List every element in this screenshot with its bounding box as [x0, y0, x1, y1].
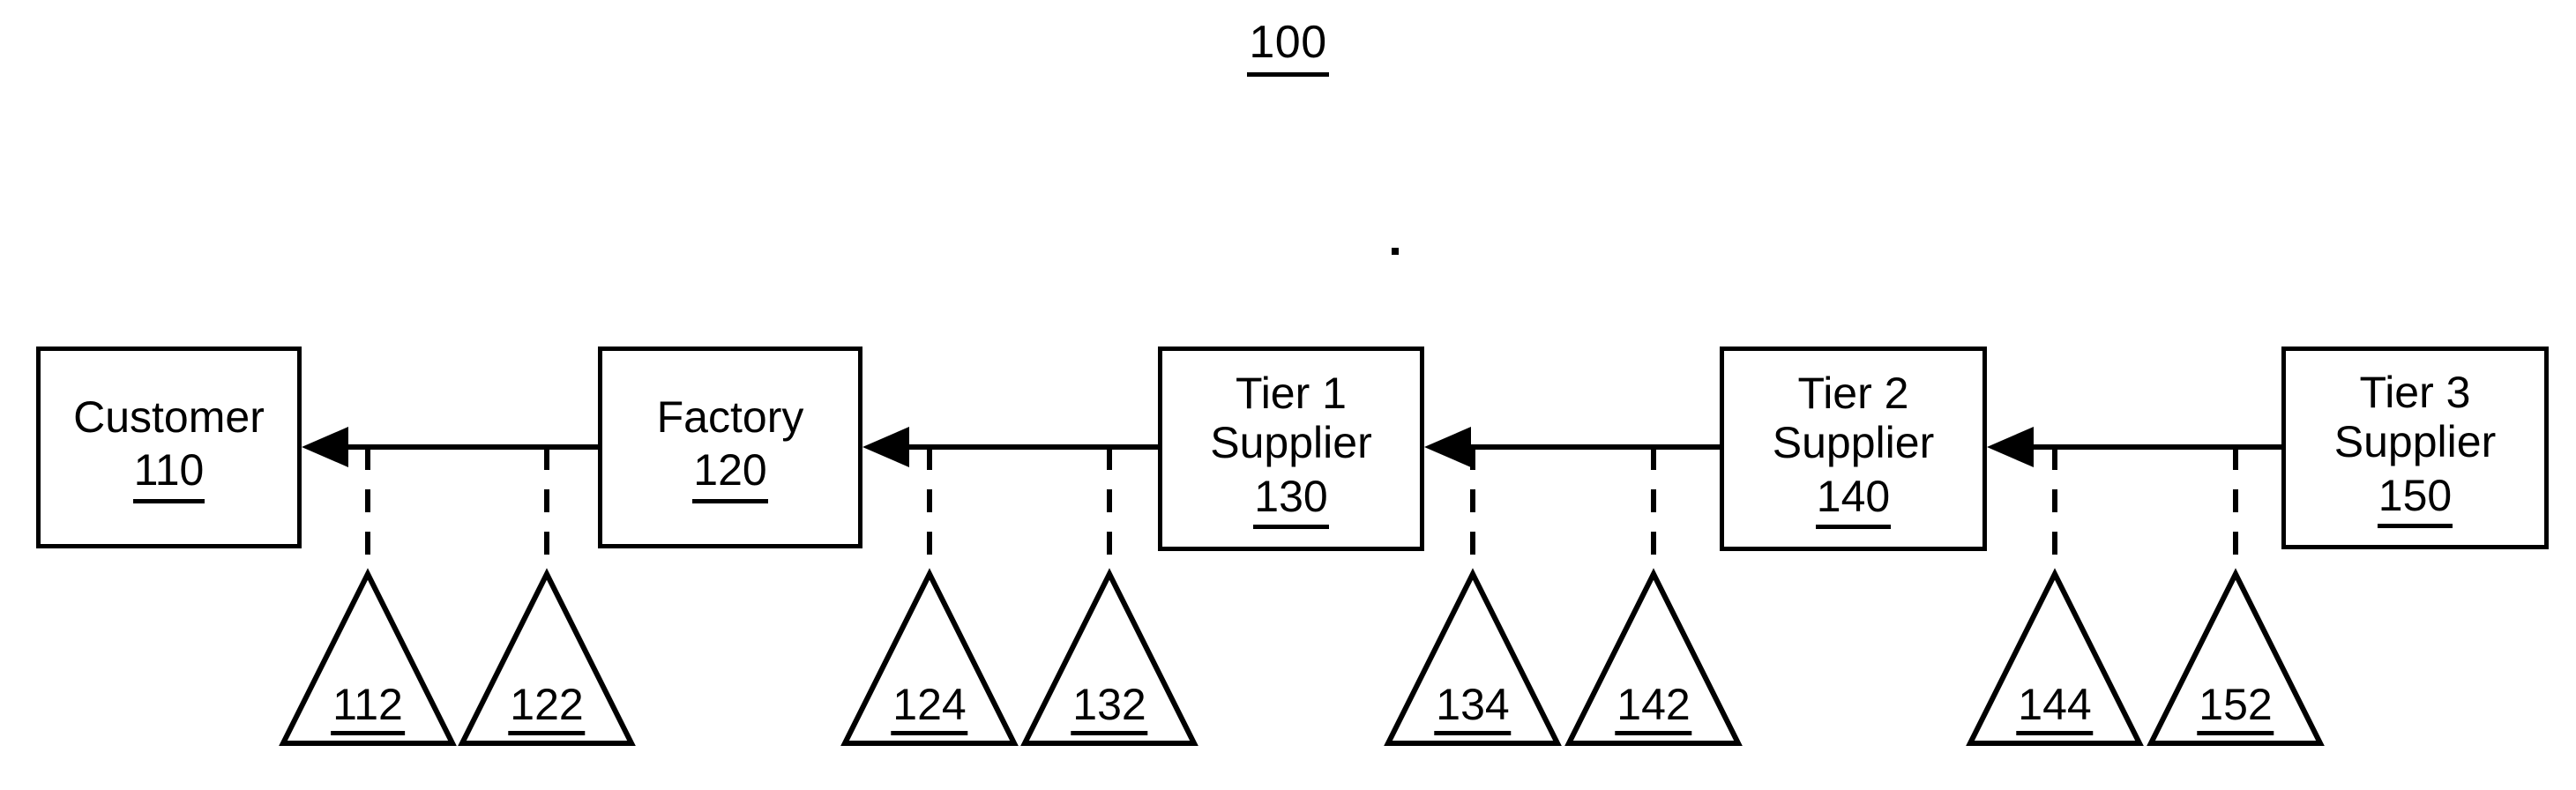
node-label-tier-3-supplier: Tier 3 Supplier	[2333, 367, 2497, 467]
node-label-tier-2-supplier: Tier 2 Supplier	[1772, 368, 1935, 468]
inventory-ref-134: 134	[1434, 682, 1512, 735]
patent-figure-100: 100 Customer 110 Factory 120 Tier 1 Supp…	[0, 0, 2576, 790]
inventory-ref-112: 112	[331, 682, 405, 735]
inventory-ref-112-text: 112	[331, 682, 405, 735]
inventory-ref-122-text: 122	[508, 682, 586, 735]
inventory-ref-142-text: 142	[1615, 682, 1692, 735]
node-ref-tier-2-supplier: 140	[1815, 472, 1892, 530]
node-label-customer: Customer	[73, 391, 265, 442]
node-ref-customer: 110	[132, 445, 205, 503]
inventory-ref-152: 152	[2197, 682, 2274, 735]
inventory-ref-142: 142	[1615, 682, 1692, 735]
node-ref-tier-1-supplier: 130	[1253, 472, 1329, 530]
inventory-ref-124: 124	[891, 682, 968, 735]
inventory-ref-134-text: 134	[1434, 682, 1512, 735]
node-box-tier-3-supplier[interactable]: Tier 3 Supplier 150	[2281, 347, 2549, 549]
node-box-tier-2-supplier[interactable]: Tier 2 Supplier 140	[1720, 347, 1987, 551]
inventory-ref-144: 144	[2016, 682, 2094, 735]
node-box-customer[interactable]: Customer 110	[36, 347, 302, 548]
node-label-factory: Factory	[656, 391, 804, 442]
inventory-ref-122: 122	[508, 682, 586, 735]
node-box-tier-1-supplier[interactable]: Tier 1 Supplier 130	[1158, 347, 1424, 551]
node-box-factory[interactable]: Factory 120	[598, 347, 862, 548]
node-label-tier-1-supplier: Tier 1 Supplier	[1210, 368, 1372, 468]
inventory-ref-132-text: 132	[1071, 682, 1148, 735]
node-ref-factory: 120	[692, 445, 768, 503]
arrow-tier2-to-tier1	[1424, 427, 1720, 467]
inventory-ref-132: 132	[1071, 682, 1148, 735]
node-ref-tier-3-supplier: 150	[2377, 471, 2453, 529]
inventory-triangles	[279, 568, 2325, 746]
arrow-tier1-to-factory	[862, 427, 1158, 467]
scan-speck-artifact	[1392, 248, 1399, 255]
inventory-ref-124-text: 124	[891, 682, 968, 735]
arrow-factory-to-customer	[302, 427, 598, 467]
inventory-ref-152-text: 152	[2197, 682, 2274, 735]
inventory-ref-144-text: 144	[2016, 682, 2094, 735]
